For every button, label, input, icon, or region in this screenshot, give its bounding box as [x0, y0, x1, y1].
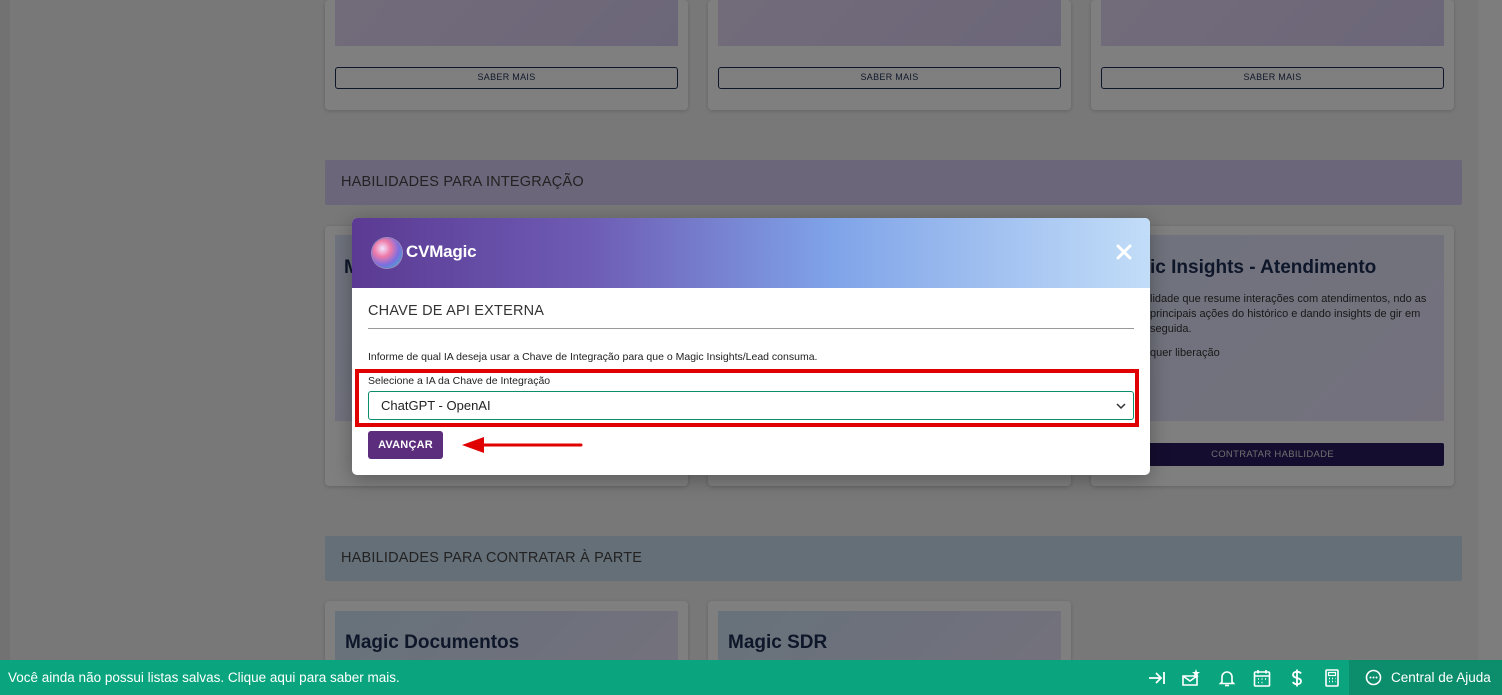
divider [368, 328, 1134, 329]
api-key-modal: CVMagic CHAVE DE API EXTERNA Informe de … [352, 218, 1150, 475]
dollar-icon[interactable] [1287, 668, 1307, 688]
select-value: ChatGPT - OpenAI [381, 398, 491, 413]
calculator-icon[interactable] [1322, 668, 1342, 688]
help-center-label: Central de Ajuda [1391, 670, 1491, 685]
modal-header: CVMagic [352, 218, 1150, 288]
footer-bar: Você ainda não possui listas salvas. Cli… [0, 660, 1502, 695]
chat-bubble-icon [1365, 669, 1382, 686]
brand-name: CVMagic [406, 242, 477, 261]
chevron-down-icon [1116, 403, 1126, 410]
close-icon[interactable] [1112, 240, 1136, 264]
cvmagic-logo-icon [372, 238, 402, 268]
avancar-button[interactable]: AVANÇAR [368, 431, 443, 459]
annotation-arrow-icon [462, 437, 583, 453]
calendar-icon[interactable] [1252, 668, 1272, 688]
bell-icon[interactable] [1217, 668, 1237, 688]
mailbox-star-icon[interactable] [1181, 668, 1201, 688]
saved-lists-message-link[interactable]: Você ainda não possui listas salvas. Cli… [8, 660, 400, 695]
arrow-to-right-icon[interactable] [1147, 668, 1167, 688]
modal-title: CHAVE DE API EXTERNA [368, 303, 545, 319]
help-center-button[interactable]: Central de Ajuda [1349, 660, 1502, 695]
ia-select[interactable]: ChatGPT - OpenAI [368, 391, 1134, 420]
select-label: Selecione a IA da Chave de Integração [368, 375, 551, 387]
modal-info-text: Informe de qual IA deseja usar a Chave d… [368, 351, 818, 363]
